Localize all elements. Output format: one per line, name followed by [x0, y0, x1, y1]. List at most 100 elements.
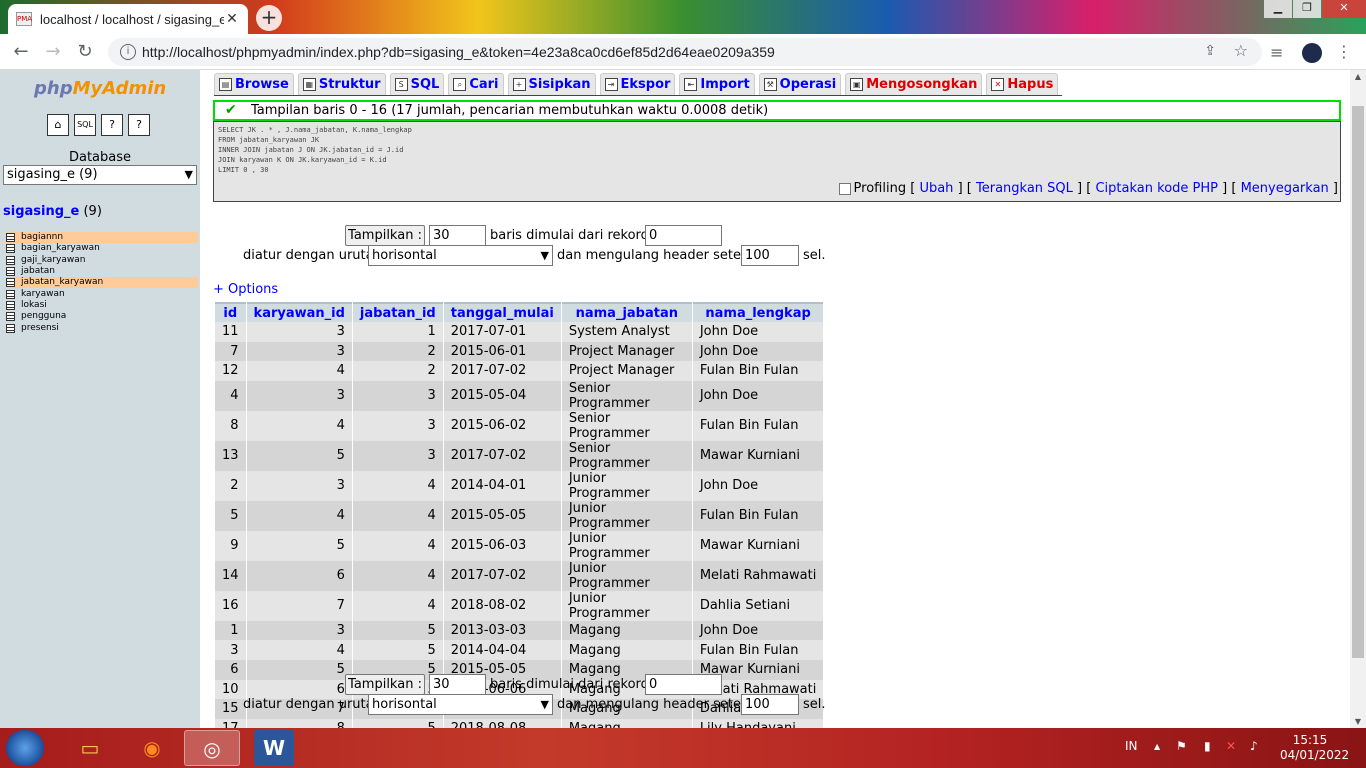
cell-karyawan-id[interactable]: 5: [246, 659, 352, 680]
cell-id[interactable]: 4: [215, 380, 246, 411]
cell-jabatan-id[interactable]: 5: [352, 640, 443, 660]
bookmark-star-icon[interactable]: ☆: [1234, 41, 1248, 60]
cell-jabatan-id[interactable]: 2: [352, 341, 443, 362]
cell-id[interactable]: 3: [215, 640, 246, 660]
table-item-jabatan-karyawan[interactable]: jabatan_karyawan: [6, 277, 198, 289]
cell-jabatan-id[interactable]: 5: [352, 620, 443, 641]
cell-tanggal-mulai[interactable]: 2015-06-01: [443, 341, 561, 362]
order-select[interactable]: horisontal ▼: [368, 245, 553, 266]
help-icon[interactable]: ?: [101, 114, 123, 136]
cell-tanggal-mulai[interactable]: 2018-08-02: [443, 590, 561, 621]
new-tab-button[interactable]: +: [256, 5, 282, 31]
word-icon[interactable]: W: [254, 730, 294, 766]
cell-karyawan-id[interactable]: 5: [246, 530, 352, 561]
cell-nama-lengkap[interactable]: Fulan Bin Fulan: [692, 410, 824, 441]
show-button[interactable]: Tampilkan :: [345, 225, 425, 246]
rows-input[interactable]: 30: [429, 674, 486, 695]
table-row[interactable]: 4 3 3 2015-05-04 Senior Programmer John Doe: [215, 380, 824, 411]
cell-jabatan-id[interactable]: 4: [352, 590, 443, 621]
column-header-jabatan-id[interactable]: jabatan_id: [352, 302, 443, 322]
tab-operasi[interactable]: ⚒ Operasi: [758, 73, 842, 95]
column-header-tanggal-mulai[interactable]: tanggal_mulai: [443, 302, 561, 322]
cell-karyawan-id[interactable]: 5: [246, 440, 352, 471]
cell-tanggal-mulai[interactable]: 2015-05-05: [443, 500, 561, 531]
table-icon[interactable]: [6, 289, 15, 299]
cell-tanggal-mulai[interactable]: 2014-04-04: [443, 640, 561, 660]
cell-karyawan-id[interactable]: 4: [246, 410, 352, 441]
table-item-presensi[interactable]: presensi: [6, 322, 198, 333]
cell-id[interactable]: 1: [215, 620, 246, 641]
cell-nama-jabatan[interactable]: Senior Programmer: [561, 410, 692, 441]
table-icon[interactable]: [6, 300, 15, 310]
cell-nama-jabatan[interactable]: System Analyst: [561, 322, 692, 342]
cell-nama-jabatan[interactable]: Magang: [561, 620, 692, 641]
table-item-label[interactable]: lokasi: [21, 300, 47, 311]
cell-tanggal-mulai[interactable]: 2015-06-03: [443, 530, 561, 561]
cell-nama-lengkap[interactable]: Fulan Bin Fulan: [692, 640, 824, 660]
cell-id[interactable]: 16: [215, 590, 246, 621]
tab-cari[interactable]: ⌕ Cari: [448, 73, 504, 95]
cell-karyawan-id[interactable]: 6: [246, 560, 352, 591]
column-header-nama-jabatan[interactable]: nama_jabatan: [561, 302, 692, 322]
restore-button[interactable]: ❐: [1293, 0, 1321, 18]
cell-id[interactable]: 11: [215, 322, 246, 342]
table-item-label[interactable]: pengguna: [21, 311, 66, 322]
start-record-input[interactable]: 0: [645, 225, 722, 246]
scroll-thumb[interactable]: [1352, 106, 1364, 658]
table-item-label[interactable]: bagiannn: [21, 232, 63, 243]
start-button[interactable]: [6, 730, 44, 766]
create-php-link[interactable]: Ciptakan kode PHP: [1095, 181, 1218, 196]
cell-id[interactable]: 6: [215, 659, 246, 680]
table-icon[interactable]: [6, 278, 15, 288]
table-row[interactable]: 3 4 5 2014-04-04 Magang Fulan Bin Fulan: [215, 640, 824, 660]
clock[interactable]: 15:15 04/01/2022: [1280, 733, 1349, 763]
show-hidden-icons-icon[interactable]: ▲: [1154, 742, 1160, 751]
cell-id[interactable]: 8: [215, 410, 246, 441]
language-indicator[interactable]: IN: [1125, 739, 1138, 753]
table-row[interactable]: 11 3 1 2017-07-01 System Analyst John Doe: [215, 322, 824, 342]
cell-nama-lengkap[interactable]: John Doe: [692, 341, 824, 362]
cell-tanggal-mulai[interactable]: 2015-06-02: [443, 410, 561, 441]
vertical-scrollbar[interactable]: ▲ ▼: [1350, 70, 1366, 728]
order-select[interactable]: horisontal ▼: [368, 694, 553, 715]
cell-karyawan-id[interactable]: 4: [246, 361, 352, 381]
cell-karyawan-id[interactable]: 7: [246, 590, 352, 621]
cell-nama-jabatan[interactable]: Project Manager: [561, 361, 692, 381]
cell-id[interactable]: 9: [215, 530, 246, 561]
cell-jabatan-id[interactable]: 4: [352, 560, 443, 591]
table-item-karyawan[interactable]: karyawan: [6, 288, 198, 299]
table-row[interactable]: 9 5 4 2015-06-03 Junior Programmer Mawar Kurn…: [215, 530, 824, 561]
sql-code[interactable]: SELECT JK . * , J.nama_jabatan, K.nama_l…: [218, 125, 412, 175]
explain-sql-link[interactable]: Terangkan SQL: [976, 181, 1073, 196]
tab-sisipkan[interactable]: + Sisipkan: [507, 73, 596, 95]
table-item-label[interactable]: jabatan_karyawan: [21, 277, 103, 288]
table-row[interactable]: 2 3 4 2014-04-01 Junior Programmer John Doe: [215, 470, 824, 501]
url-bar[interactable]: i http://localhost/phpmyadmin/index.php?…: [108, 38, 1262, 66]
cell-tanggal-mulai[interactable]: 2017-07-02: [443, 361, 561, 381]
tab-sql[interactable]: S SQL: [389, 73, 445, 95]
cell-nama-jabatan[interactable]: Magang: [561, 640, 692, 660]
cell-nama-lengkap[interactable]: Mawar Kurniani: [692, 440, 824, 471]
cell-nama-lengkap[interactable]: John Doe: [692, 322, 824, 342]
cell-nama-jabatan[interactable]: Project Manager: [561, 341, 692, 362]
scroll-up-icon[interactable]: ▲: [1350, 72, 1366, 81]
cell-nama-lengkap[interactable]: Mawar Kurniani: [692, 530, 824, 561]
cell-tanggal-mulai[interactable]: 2015-05-04: [443, 380, 561, 411]
cell-jabatan-id[interactable]: 4: [352, 500, 443, 531]
tab-struktur[interactable]: ▦ Struktur: [297, 73, 386, 95]
cell-id[interactable]: 5: [215, 500, 246, 531]
tab-close-icon[interactable]: ✕: [224, 11, 240, 27]
cell-id[interactable]: 15: [215, 699, 246, 719]
cell-nama-jabatan[interactable]: Senior Programmer: [561, 440, 692, 471]
cell-nama-jabatan[interactable]: Junior Programmer: [561, 560, 692, 591]
cell-nama-jabatan[interactable]: Junior Programmer: [561, 500, 692, 531]
cell-id[interactable]: 14: [215, 560, 246, 591]
cell-karyawan-id[interactable]: 3: [246, 380, 352, 411]
start-record-input[interactable]: 0: [645, 674, 722, 695]
database-link[interactable]: sigasing_e: [3, 204, 79, 219]
tab-mengosongkan[interactable]: ▣ Mengosongkan: [845, 73, 983, 95]
tab-hapus[interactable]: ✕ Hapus: [986, 73, 1059, 95]
table-row[interactable]: 16 7 4 2018-08-02 Junior Programmer Dahlia Se…: [215, 590, 824, 621]
table-icon[interactable]: [6, 233, 15, 243]
refresh-link[interactable]: Menyegarkan: [1241, 181, 1329, 196]
